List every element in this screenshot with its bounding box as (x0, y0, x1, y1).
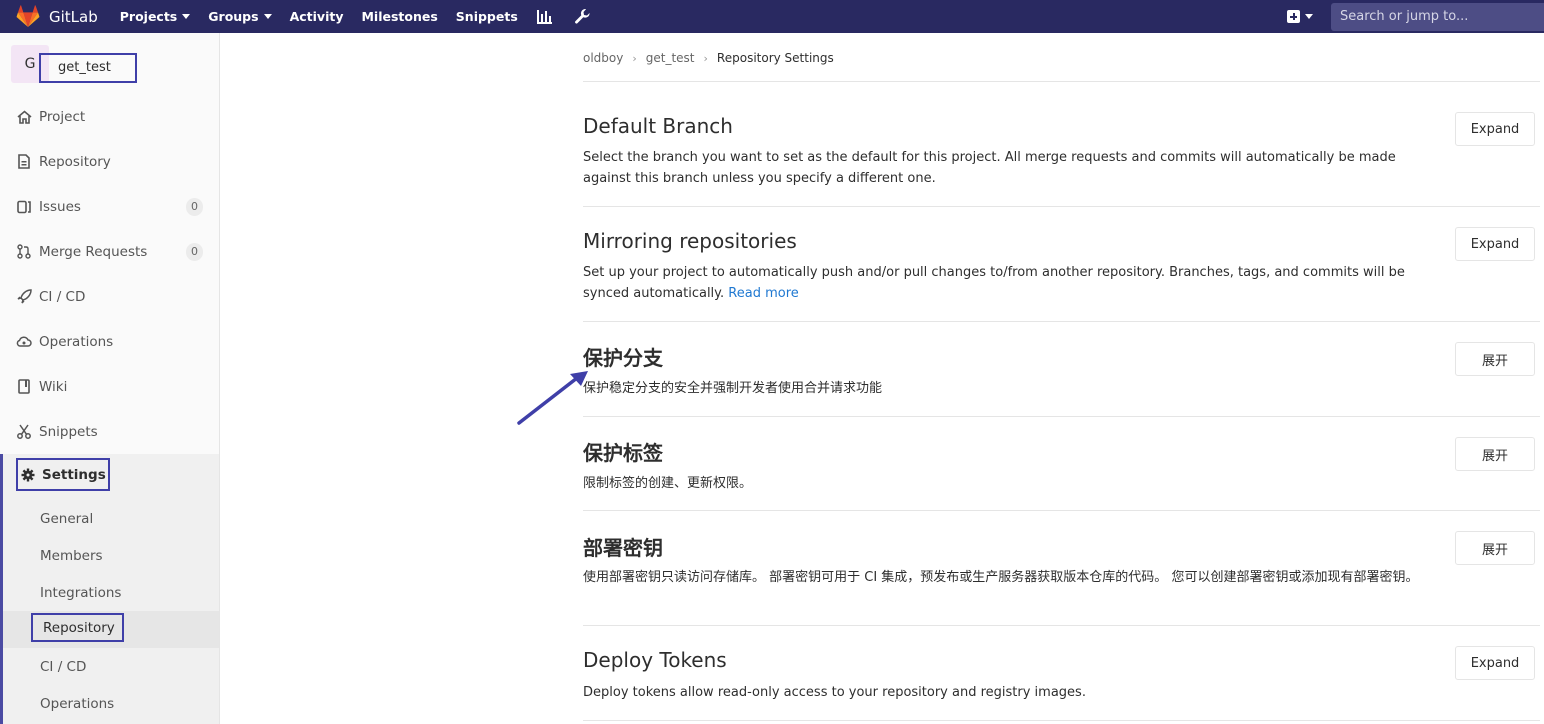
sidebar-item-label: Settings (42, 466, 106, 483)
top-navbar: GitLab Projects Groups Activity Mileston… (0, 0, 1544, 33)
issues-icon (16, 199, 32, 215)
section-description: Deploy tokens allow read-only access to … (583, 685, 1086, 700)
section-title: 部署密钥 (583, 536, 663, 560)
section-description: 使用部署密钥只读访问存储库。 部署密钥可用于 CI 集成，预发布或生产服务器获取… (583, 570, 1419, 585)
sidebar-settings-group: Settings General Members Integrations Re… (0, 454, 219, 724)
section-description: Set up your project to automatically pus… (583, 262, 1433, 304)
settings-sub-repository-label: Repository (31, 613, 124, 642)
section-title: Mirroring repositories (583, 229, 797, 253)
nav-groups-label: Groups (208, 9, 259, 24)
plus-icon (1287, 10, 1300, 23)
nav-snippets[interactable]: Snippets (456, 9, 518, 24)
breadcrumb-get-test[interactable]: get_test (646, 51, 695, 65)
brand-name: GitLab (49, 7, 98, 26)
nav-activity[interactable]: Activity (290, 9, 344, 24)
section-title: Deploy Tokens (583, 648, 727, 672)
expand-button[interactable]: Expand (1455, 112, 1535, 146)
sidebar-item-label: Wiki (39, 378, 68, 395)
expand-button[interactable]: 展开 (1455, 531, 1535, 565)
breadcrumb-current: Repository Settings (716, 51, 834, 65)
section-default-branch: Default Branch Select the branch you wan… (583, 82, 1540, 207)
nav-milestones-label: Milestones (361, 9, 438, 24)
section-protected-tags: 保护标签 限制标签的创建、更新权限。 展开 (583, 417, 1540, 511)
sidebar-item-wiki[interactable]: Wiki (0, 364, 219, 409)
section-title: Default Branch (583, 114, 733, 138)
sidebar-item-settings[interactable]: Settings (16, 458, 110, 491)
section-description: Select the branch you want to set as the… (583, 150, 1396, 186)
section-title: 保护标签 (583, 441, 663, 465)
merge-icon (16, 244, 32, 260)
sidebar-item-operations[interactable]: Operations (0, 319, 219, 364)
settings-sub-general[interactable]: General (3, 500, 219, 537)
sidebar-item-label: Snippets (39, 423, 98, 440)
nav-projects[interactable]: Projects (120, 9, 191, 24)
chevron-right-icon: › (703, 51, 708, 65)
project-name[interactable]: get_test (39, 53, 137, 83)
section-description: 保护稳定分支的安全并强制开发者使用合并请求功能 (583, 381, 883, 396)
chevron-down-icon (263, 14, 272, 19)
section-description: 限制标签的创建、更新权限。 (583, 476, 753, 491)
settings-sub-integrations[interactable]: Integrations (3, 574, 219, 611)
home-icon (16, 109, 32, 125)
expand-button[interactable]: Expand (1455, 646, 1535, 680)
sidebar-item-project[interactable]: Project (0, 94, 219, 139)
cloud-icon (16, 334, 32, 350)
rocket-icon (16, 289, 32, 305)
gitlab-home-link[interactable]: GitLab (15, 0, 120, 33)
nav-activity-label: Activity (289, 9, 344, 24)
sidebar-item-label: Operations (39, 333, 114, 350)
expand-button[interactable]: 展开 (1455, 437, 1535, 471)
search-input[interactable]: Search or jump to... (1331, 2, 1544, 31)
sidebar-item-label: Project (39, 108, 86, 125)
settings-sub-members[interactable]: Members (3, 537, 219, 574)
breadcrumb: oldboy › get_test › Repository Settings (583, 51, 834, 65)
nav-snippets-label: Snippets (455, 9, 518, 24)
breadcrumb-oldboy[interactable]: oldboy (583, 51, 623, 65)
wrench-icon[interactable] (574, 8, 592, 26)
sidebar-item-ci-cd[interactable]: CI / CD (0, 274, 219, 319)
section-deploy-tokens: Deploy Tokens Deploy tokens allow read-o… (583, 626, 1540, 721)
chevron-right-icon: › (632, 51, 637, 65)
gear-icon (20, 467, 36, 483)
annotation-arrow-icon (517, 371, 588, 425)
nav-milestones[interactable]: Milestones (361, 9, 437, 24)
expand-button[interactable]: Expand (1455, 227, 1535, 261)
section-title: 保护分支 (583, 346, 663, 370)
gitlab-logo-icon (16, 4, 40, 27)
book-icon (16, 379, 32, 395)
expand-button[interactable]: 展开 (1455, 342, 1535, 376)
sidebar-item-repository[interactable]: Repository (0, 139, 219, 184)
sidebar-item-label: Merge Requests (39, 243, 148, 260)
sidebar-item-label: Repository (39, 153, 111, 170)
project-sidebar: G get_test Project Repository Issues 0 M… (0, 33, 220, 724)
settings-sub-ci-cd[interactable]: CI / CD (3, 648, 219, 685)
chart-icon[interactable] (536, 8, 554, 26)
section-description-text: Set up your project to automatically pus… (583, 265, 1405, 301)
section-protected-branches: 保护分支 保护稳定分支的安全并强制开发者使用合并请求功能 展开 (583, 322, 1540, 417)
merge-requests-count-badge: 0 (186, 242, 203, 261)
chevron-down-icon (182, 14, 191, 19)
doc-icon (16, 154, 32, 170)
section-deploy-keys: 部署密钥 使用部署密钥只读访问存储库。 部署密钥可用于 CI 集成，预发布或生产… (583, 511, 1540, 626)
sidebar-item-issues[interactable]: Issues 0 (0, 184, 219, 229)
settings-sub-operations[interactable]: Operations (3, 685, 219, 722)
sidebar-item-label: Issues (39, 198, 81, 215)
new-dropdown[interactable] (1287, 10, 1313, 23)
sidebar-item-snippets[interactable]: Snippets (0, 409, 219, 454)
read-more-link[interactable]: Read more (728, 286, 798, 301)
scissors-icon (16, 424, 32, 440)
section-mirroring-repositories: Mirroring repositories Set up your proje… (583, 207, 1540, 322)
issues-count-badge: 0 (186, 197, 203, 216)
sidebar-item-merge-requests[interactable]: Merge Requests 0 (0, 229, 219, 274)
chevron-down-icon (1305, 14, 1313, 19)
sidebar-item-label: CI / CD (39, 288, 86, 305)
settings-sub-repository[interactable]: Repository (3, 611, 219, 648)
nav-groups[interactable]: Groups (208, 9, 272, 24)
nav-projects-label: Projects (119, 9, 178, 24)
